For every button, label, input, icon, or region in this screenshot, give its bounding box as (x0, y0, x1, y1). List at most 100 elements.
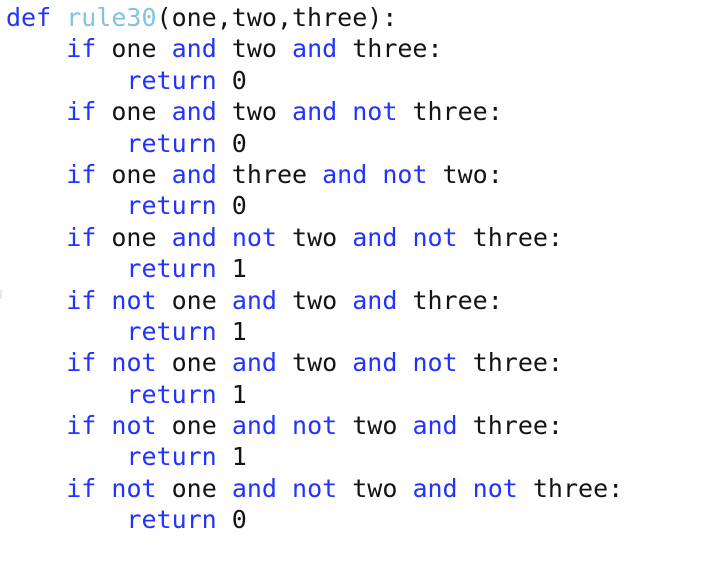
code-token-kw: and (352, 285, 398, 315)
code-token-kw: not (111, 285, 157, 315)
code-token-plain: three: (337, 34, 443, 64)
code-token-num: 1 (231, 442, 247, 472)
code-token-kw: and (231, 285, 277, 315)
code-token-kw: and (292, 97, 338, 127)
code-line[interactable]: if not one and two and three: (6, 285, 714, 316)
code-token-plain: one (156, 285, 232, 315)
code-token-kw: not (111, 473, 157, 503)
code-token-plain: two (216, 97, 293, 127)
code-token-fn: rule30 (66, 3, 157, 32)
code-token-kw: if (66, 97, 97, 127)
code-token-plain: three: (517, 473, 624, 503)
code-token-kw: not (412, 348, 458, 378)
code-line[interactable]: if one and not two and not three: (6, 222, 714, 253)
code-line[interactable]: def rule30(one,two,three): (6, 2, 714, 33)
code-token-kw: if (66, 34, 97, 64)
code-line[interactable]: return 1 (6, 379, 714, 410)
code-token-kw: and (292, 34, 338, 64)
code-line[interactable]: return 1 (6, 316, 714, 347)
code-token-kw: not (111, 411, 157, 441)
code-token-plain: three: (397, 285, 503, 315)
code-token-kw: return (126, 128, 217, 158)
code-token-kw: return (126, 191, 217, 221)
code-line[interactable]: if one and two and not three: (6, 96, 714, 127)
code-token-kw: if (66, 285, 97, 315)
code-token-num: 1 (231, 379, 247, 409)
code-token-num: 0 (231, 505, 247, 535)
code-line[interactable]: return 0 (6, 65, 714, 96)
code-token-kw: and (322, 159, 368, 189)
code-token-kw: def (6, 3, 52, 32)
code-line[interactable]: return 0 (6, 504, 714, 535)
code-token-kw: not (292, 411, 338, 441)
code-token-kw: if (66, 222, 97, 252)
code-token-kw: return (126, 442, 217, 472)
code-line[interactable]: if not one and not two and three: (6, 410, 714, 441)
code-token-kw: if (66, 159, 97, 189)
code-line[interactable]: if one and three and not two: (6, 159, 714, 190)
code-token-kw: not (292, 473, 338, 503)
code-token-kw: and (352, 348, 398, 378)
code-token-plain: two (337, 411, 413, 441)
code-token-plain: one (156, 348, 232, 378)
code-token-num: 0 (231, 128, 247, 158)
code-token-kw: and (231, 348, 277, 378)
code-token-kw: not (412, 222, 458, 252)
code-token-kw: return (126, 254, 217, 284)
left-edge-artifact (0, 290, 2, 299)
code-block[interactable]: def rule30(one,two,three): if one and tw… (0, 0, 714, 570)
code-token-plain: one (96, 97, 172, 127)
code-token-plain: two (276, 348, 353, 378)
code-token-kw: return (126, 505, 217, 535)
code-line[interactable]: if one and two and three: (6, 33, 714, 64)
code-token-plain: three (216, 159, 323, 189)
code-token-kw: and (352, 222, 398, 252)
code-line[interactable]: return 1 (6, 253, 714, 284)
code-token-kw: not (231, 222, 277, 252)
code-token-plain: two: (427, 159, 503, 189)
code-line[interactable]: if not one and not two and not three: (6, 473, 714, 504)
code-token-kw: and (412, 411, 458, 441)
code-line[interactable]: return 0 (6, 190, 714, 221)
code-token-num: 0 (231, 191, 247, 221)
code-token-plain: three: (397, 97, 503, 127)
code-line[interactable]: return 0 (6, 128, 714, 159)
code-line[interactable]: return 1 (6, 441, 714, 472)
code-line[interactable]: if not one and two and not three: (6, 347, 714, 378)
code-token-kw: and (171, 159, 217, 189)
code-token-kw: and (171, 34, 217, 64)
code-token-kw: if (66, 348, 97, 378)
code-token-kw: and (412, 473, 458, 503)
code-token-kw: not (472, 473, 518, 503)
code-token-plain: two (276, 222, 353, 252)
code-token-kw: and (231, 473, 277, 503)
